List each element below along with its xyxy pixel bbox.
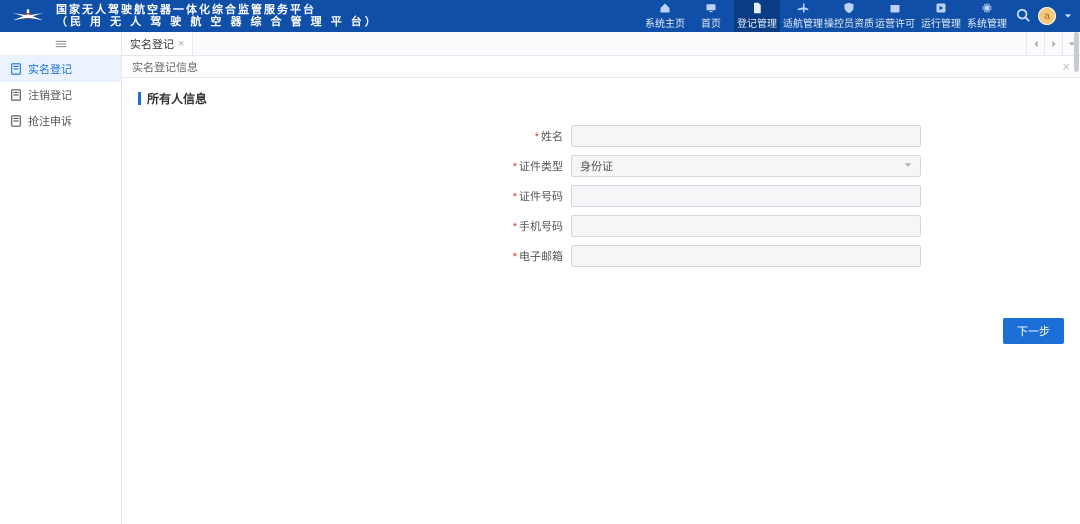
owner-info-form: *姓名 *证件类型 身份证 *证件号码 [251, 125, 951, 267]
nav-operation-license[interactable]: 运营许可 [872, 0, 918, 32]
tab-controls [1026, 32, 1080, 55]
form-row-name: *姓名 [251, 125, 951, 147]
id-number-field[interactable] [571, 185, 921, 207]
nav-operation-mgmt[interactable]: 运行管理 [918, 0, 964, 32]
chevron-down-icon[interactable] [1064, 9, 1072, 23]
tab-realname-registration[interactable]: 实名登记 × [122, 32, 193, 55]
id-type-select[interactable]: 身份证 [571, 155, 921, 177]
sidebar-item-label: 实名登记 [28, 61, 72, 77]
form-row-id-type: *证件类型 身份证 [251, 155, 951, 177]
app-body: 实名登记 注销登记 抢注申诉 实名登记 × 实名登记信息 [0, 32, 1080, 524]
sidebar-item-label: 抢注申诉 [28, 113, 72, 129]
app-title-line1: 国家无人驾驶航空器一体化综合监管服务平台 [56, 4, 379, 16]
phone-field[interactable] [571, 215, 921, 237]
panel-title: 实名登记信息 [132, 59, 198, 75]
sidebar-toggle[interactable] [0, 32, 121, 56]
avatar[interactable]: a [1038, 7, 1056, 25]
close-icon[interactable]: × [1062, 59, 1070, 74]
sidebar-item-realname-registration[interactable]: 实名登记 [0, 56, 121, 82]
tab-scroll-left[interactable] [1026, 32, 1044, 55]
tab-label: 实名登记 [130, 36, 174, 52]
sidebar-item-label: 注销登记 [28, 87, 72, 103]
form-row-id-no: *证件号码 [251, 185, 951, 207]
nav-system-mgmt[interactable]: 系统管理 [964, 0, 1010, 32]
email-field[interactable] [571, 245, 921, 267]
app-title: 国家无人驾驶航空器一体化综合监管服务平台 （民 用 无 人 驾 驶 航 空 器 … [56, 4, 379, 28]
next-button[interactable]: 下一步 [1003, 318, 1064, 344]
shield-icon [843, 2, 855, 14]
form-label: *证件号码 [251, 188, 571, 204]
form-label: *证件类型 [251, 158, 571, 174]
panel-bar: 实名登记信息 × [122, 56, 1080, 78]
section-accent-bar [138, 92, 141, 105]
doc-icon [10, 89, 22, 101]
scrollbar-thumb[interactable] [1074, 32, 1079, 72]
form-row-phone: *手机号码 [251, 215, 951, 237]
monitor-icon [705, 2, 717, 14]
plane-icon [797, 2, 809, 14]
tab-bar: 实名登记 × [122, 32, 1080, 56]
nav-airworthiness[interactable]: 适航管理 [780, 0, 826, 32]
app-logo [8, 4, 48, 28]
close-icon[interactable]: × [178, 38, 184, 50]
section-header: 所有人信息 [138, 90, 1064, 107]
app-header: 国家无人驾驶航空器一体化综合监管服务平台 （民 用 无 人 驾 驶 航 空 器 … [0, 0, 1080, 32]
tab-scroll-right[interactable] [1044, 32, 1062, 55]
chevron-down-icon [904, 160, 912, 172]
box-icon [889, 2, 901, 14]
play-icon [935, 2, 947, 14]
main-area: 实名登记 × 实名登记信息 × 所有人信息 *姓名 [122, 32, 1080, 524]
section-title: 所有人信息 [147, 90, 207, 107]
nav-pilot-qualification[interactable]: 操控员资质 [826, 0, 872, 32]
search-icon[interactable] [1016, 8, 1030, 25]
doc-icon [10, 115, 22, 127]
doc-icon [10, 63, 22, 75]
form-row-email: *电子邮箱 [251, 245, 951, 267]
header-right: a [1016, 7, 1072, 25]
nav-system-home[interactable]: 系统主页 [642, 0, 688, 32]
sidebar-item-deregistration[interactable]: 注销登记 [0, 82, 121, 108]
select-value: 身份证 [580, 158, 613, 174]
nav-home[interactable]: 首页 [688, 0, 734, 32]
form-label: *姓名 [251, 128, 571, 144]
sidebar: 实名登记 注销登记 抢注申诉 [0, 32, 122, 524]
home-icon [659, 2, 671, 14]
name-field[interactable] [571, 125, 921, 147]
doc-icon [751, 2, 763, 14]
form-label: *手机号码 [251, 218, 571, 234]
form-label: *电子邮箱 [251, 248, 571, 264]
content-area: 所有人信息 *姓名 *证件类型 身份证 *证 [122, 78, 1080, 524]
gear-icon [981, 2, 993, 14]
nav-registration[interactable]: 登记管理 [734, 0, 780, 32]
top-nav: 系统主页 首页 登记管理 适航管理 操控员资质 运营许可 运行管理 系统管理 [642, 0, 1010, 32]
sidebar-item-squatting-appeal[interactable]: 抢注申诉 [0, 108, 121, 134]
app-title-line2: （民 用 无 人 驾 驶 航 空 器 综 合 管 理 平 台） [56, 16, 379, 28]
